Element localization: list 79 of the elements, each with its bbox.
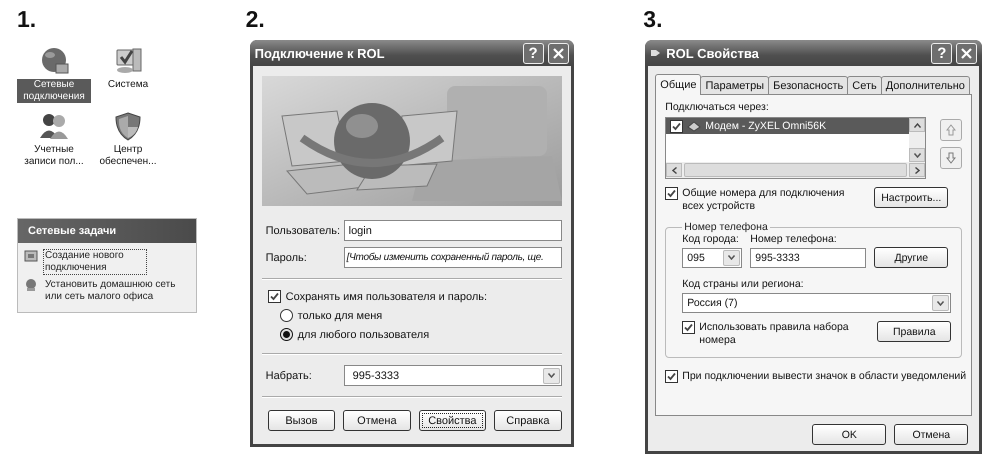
vertical-scrollbar[interactable] xyxy=(909,118,926,162)
scroll-left-icon xyxy=(672,166,677,174)
tab[interactable]: Параметры xyxy=(700,76,770,94)
horizontal-scrollbar[interactable] xyxy=(666,162,926,178)
help-button[interactable]: ? xyxy=(522,42,544,64)
country-combo[interactable]: Россия (7) xyxy=(682,293,952,313)
scroll-up-icon xyxy=(914,122,921,128)
globe-icon[interactable] xyxy=(24,278,38,292)
phone-number-combo[interactable]: 995-3333 xyxy=(344,365,562,386)
device-row[interactable]: Модем - ZyXEL Omni56K xyxy=(666,118,910,134)
figure-number: 2. xyxy=(246,5,266,34)
move-up-button[interactable] xyxy=(940,119,962,141)
radio-label: только для меня xyxy=(298,310,382,322)
password-field[interactable]: [Чтобы изменить сохраненный пароль, ще. xyxy=(344,247,562,268)
dialog-button[interactable]: Свойства xyxy=(418,410,486,431)
field-label: Набрать: xyxy=(264,370,313,382)
move-down-button[interactable] xyxy=(940,147,962,169)
device-list[interactable]: Модем - ZyXEL Omni56K xyxy=(665,117,926,179)
window-title: ROL Свойства xyxy=(666,46,760,60)
checkbox-label: Общие номера для подключения всех устройств xyxy=(682,187,846,213)
checkbox-label: Использовать правила набора номера xyxy=(699,321,850,347)
window-title: Подключение к ROL xyxy=(254,46,386,60)
task-link[interactable]: Установить домашнюю сеть или сеть малого офиса xyxy=(43,278,187,304)
configure-button[interactable]: Настроить... xyxy=(874,187,948,208)
security-icon[interactable] xyxy=(113,111,143,141)
checkbox-label: Сохранять имя пользователя и пароль: xyxy=(286,290,488,302)
combo-value: Россия (7) xyxy=(687,297,738,309)
network-icon[interactable] xyxy=(39,46,69,76)
tab[interactable]: Дополнительно xyxy=(880,76,970,94)
down-arrow-icon xyxy=(946,152,956,164)
field-label: Пароль: xyxy=(264,252,308,264)
tab[interactable]: Безопасность xyxy=(768,76,848,94)
checkbox-label: При подключении вывести значок в области уведомлений xyxy=(682,370,966,383)
tab[interactable]: Общие xyxy=(655,74,702,95)
others-button[interactable]: Другие xyxy=(874,247,948,268)
group-title: Номер телефона xyxy=(683,221,769,233)
dialog-button[interactable]: Отмена xyxy=(343,410,411,431)
dialog-button[interactable]: Справка xyxy=(494,410,562,431)
checkbox[interactable] xyxy=(670,120,684,132)
close-button[interactable] xyxy=(956,42,978,64)
dialog-button[interactable]: OK xyxy=(812,424,886,445)
figure-number: 1. xyxy=(17,5,38,34)
icon-label[interactable]: Учетные записи пол... xyxy=(18,144,90,168)
field-label: Номер телефона: xyxy=(750,233,838,245)
radio-button[interactable] xyxy=(280,309,293,322)
combo-value: 095 xyxy=(687,252,705,264)
scroll-right-icon xyxy=(914,166,920,174)
username-field[interactable]: login xyxy=(344,220,562,241)
rules-button[interactable]: Правила xyxy=(877,321,952,342)
phone-number-field[interactable]: 995-3333 xyxy=(750,248,866,268)
window-icon[interactable] xyxy=(24,249,38,263)
combo-value: 995-3333 xyxy=(352,370,400,382)
area-code-combo[interactable]: 095 xyxy=(682,248,742,268)
accounts-icon[interactable] xyxy=(39,111,69,141)
tab[interactable]: Сеть xyxy=(847,76,882,94)
list-label: Подключаться через: xyxy=(665,101,770,113)
field-label: Код страны или региона: xyxy=(682,278,805,290)
radio-label: для любого пользователя xyxy=(298,328,430,340)
task-link[interactable]: Создание нового подключения xyxy=(43,249,147,275)
checkbox[interactable] xyxy=(665,370,678,383)
icon-label[interactable]: Система xyxy=(92,79,164,91)
close-icon xyxy=(961,48,972,58)
field-label: Пользователь: xyxy=(264,224,342,236)
checkbox[interactable] xyxy=(665,187,678,200)
up-arrow-icon xyxy=(946,124,956,136)
figure-number: 3. xyxy=(643,5,664,34)
checkbox[interactable] xyxy=(268,290,281,303)
close-icon xyxy=(552,48,564,58)
checkbox[interactable] xyxy=(682,321,696,334)
radio-button[interactable] xyxy=(280,328,293,341)
close-button[interactable] xyxy=(548,42,569,64)
icon-label[interactable]: Центр обеспечен... xyxy=(92,144,164,168)
dialog-button[interactable]: Вызов xyxy=(268,410,336,431)
help-button[interactable]: ? xyxy=(931,42,952,64)
task-panel-header: Сетевые задачи xyxy=(18,219,196,243)
dialog-button[interactable]: Отмена xyxy=(894,424,968,445)
window-arrow-icon xyxy=(650,48,662,58)
icon-label[interactable]: Сетевые подключения xyxy=(17,79,91,103)
field-label: Код города: xyxy=(682,233,740,245)
